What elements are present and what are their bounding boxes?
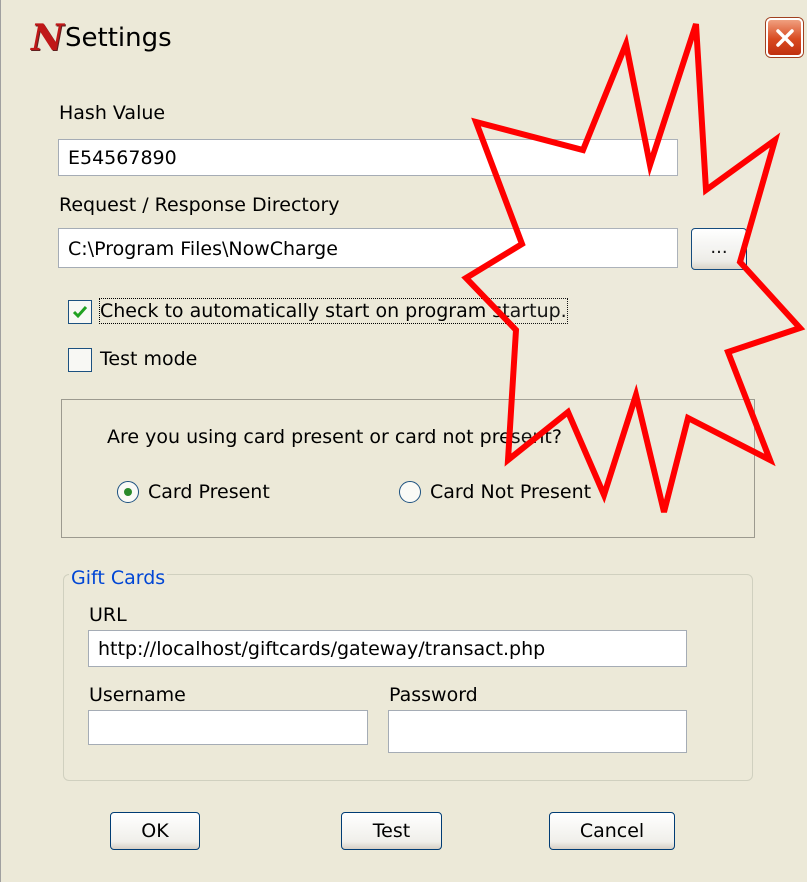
url-label: URL — [89, 604, 127, 626]
close-button[interactable] — [766, 18, 803, 57]
card-mode-question: Are you using card present or card not p… — [107, 426, 562, 448]
browse-button[interactable]: ... — [691, 228, 747, 270]
card-present-radio[interactable] — [117, 481, 139, 503]
card-present-label[interactable]: Card Present — [148, 480, 270, 504]
close-icon — [776, 29, 794, 47]
autostart-checkbox[interactable] — [68, 300, 92, 324]
autostart-label[interactable]: Check to automatically start on program … — [99, 298, 568, 324]
test-button[interactable]: Test — [341, 812, 442, 850]
directory-label: Request / Response Directory — [59, 194, 340, 216]
username-input[interactable] — [88, 710, 368, 745]
card-not-present-radio[interactable] — [399, 481, 421, 503]
app-logo-icon: N — [31, 17, 64, 59]
card-not-present-label[interactable]: Card Not Present — [430, 480, 591, 504]
directory-input[interactable]: C:\Program Files\NowCharge — [58, 228, 678, 268]
window-title: Settings — [65, 23, 172, 53]
hash-value-input[interactable]: E54567890 — [58, 139, 678, 176]
card-mode-group — [61, 399, 755, 538]
username-label: Username — [89, 684, 186, 706]
hash-value-label: Hash Value — [59, 102, 166, 124]
test-mode-label[interactable]: Test mode — [100, 347, 197, 371]
check-mark-icon — [72, 306, 88, 319]
url-input[interactable]: http://localhost/giftcards/gateway/trans… — [88, 630, 687, 667]
password-input[interactable] — [388, 710, 687, 753]
ok-button[interactable]: OK — [110, 812, 200, 850]
gift-cards-legend: Gift Cards — [69, 566, 168, 590]
title-bar[interactable]: N Settings — [1, 0, 807, 76]
test-mode-checkbox[interactable] — [68, 348, 92, 372]
radio-selected-dot — [124, 488, 132, 496]
password-label: Password — [389, 684, 478, 706]
settings-window: N Settings Hash Value E54567890 Request … — [0, 0, 807, 882]
cancel-button[interactable]: Cancel — [549, 812, 675, 850]
